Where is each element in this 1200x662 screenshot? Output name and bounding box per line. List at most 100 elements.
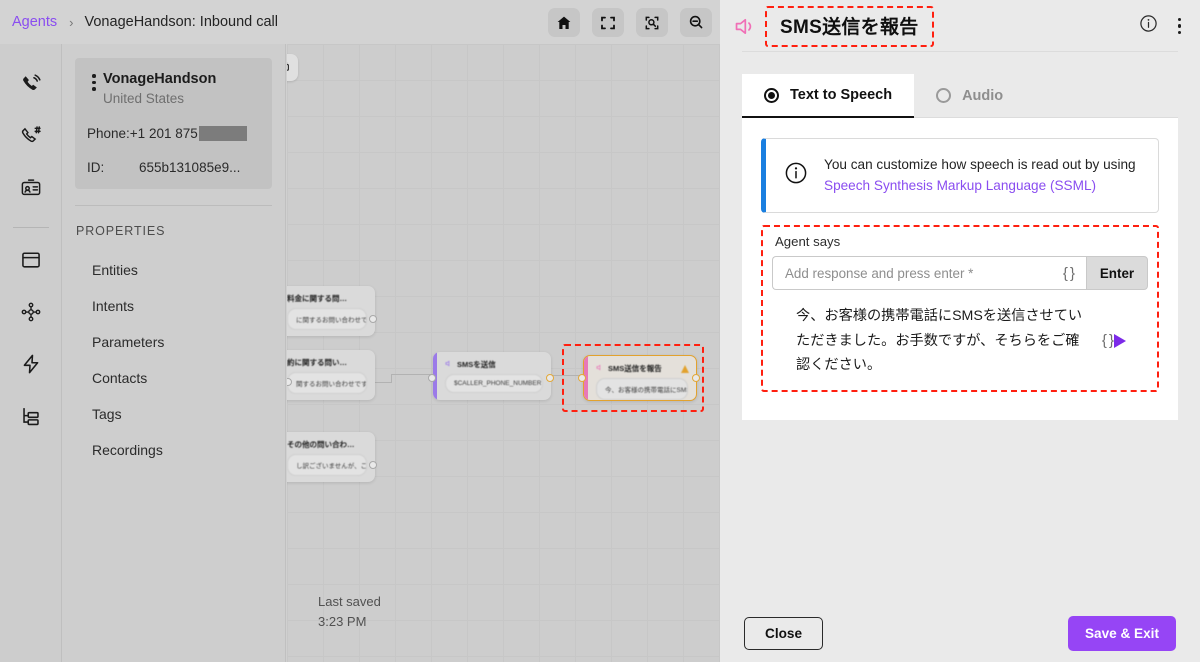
flow-node-body: 今、お客様の携帯電話にSMSを… xyxy=(596,378,688,400)
agent-phone-label: Phone: xyxy=(87,126,130,142)
phone-number-icon xyxy=(20,125,42,152)
flow-canvas[interactable]: 料金に関する問… に関するお問い合わせで… 約に関する問い… 関するお問い合わせ… xyxy=(287,44,720,662)
flow-node-port[interactable] xyxy=(428,374,436,382)
tab-text-to-speech-label: Text to Speech xyxy=(790,87,893,103)
panel-menu-button[interactable] xyxy=(1173,16,1186,36)
enter-button[interactable]: Enter xyxy=(1086,256,1148,291)
zoom-out-button[interactable] xyxy=(680,8,712,37)
panel-title-highlight: SMS送信を報告 xyxy=(765,5,934,47)
flow-node-title: SMSを送信 xyxy=(457,360,496,369)
id-card-icon xyxy=(20,177,42,204)
speaker-icon xyxy=(596,364,603,373)
curly-braces-icon[interactable]: { } xyxy=(1096,332,1114,349)
tab-audio[interactable]: Audio xyxy=(914,74,1026,118)
rail-item-numbers[interactable] xyxy=(11,118,51,159)
flow-node-body: に関するお問い合わせで… xyxy=(287,308,367,330)
flow-node-title: 料金に関する問… xyxy=(287,294,347,303)
flow-node-port[interactable] xyxy=(546,374,554,382)
home-button[interactable] xyxy=(548,8,580,37)
panel-title: SMS送信を報告 xyxy=(780,16,919,38)
tabs-filler xyxy=(1025,74,1178,118)
sidebar-divider xyxy=(75,205,272,207)
rail-item-structure[interactable] xyxy=(11,398,51,439)
speaker-icon xyxy=(734,16,757,37)
rail-item-contacts[interactable] xyxy=(11,170,51,211)
close-button[interactable]: Close xyxy=(744,616,824,650)
sidebar-item-recordings[interactable]: Recordings xyxy=(62,432,285,468)
flow-node-report-sms[interactable]: SMS送信を報告 今、お客様の携帯電話にSMSを… xyxy=(583,355,697,401)
tab-text-to-speech[interactable]: Text to Speech xyxy=(742,74,915,118)
zoom-to-selection-button[interactable] xyxy=(636,8,668,37)
agent-id-value: 655b131085e9... xyxy=(139,160,241,176)
properties-list: Entities Intents Parameters Contacts Tag… xyxy=(62,252,285,468)
redacted-phone-block xyxy=(198,126,247,142)
rail-item-events[interactable] xyxy=(11,346,51,387)
agent-phone-value: +1 201 875 xyxy=(129,126,198,142)
panel-header: SMS送信を報告 xyxy=(720,0,1200,52)
agent-phone-row: Phone: +1 201 875 xyxy=(85,126,262,142)
agent-id-row: ID: 655b131085e9... xyxy=(85,160,262,175)
agent-name: VonageHandson xyxy=(103,71,217,87)
last-saved-time: 3:23 PM xyxy=(318,614,367,630)
node-network-icon xyxy=(20,301,42,328)
flow-node-port[interactable] xyxy=(578,374,586,382)
flow-edge xyxy=(391,374,433,375)
properties-sidebar: VonageHandson United States Phone: +1 20… xyxy=(62,44,286,662)
flow-node-send-sms[interactable]: SMSを送信 $CALLER_PHONE_NUMBER xyxy=(433,352,551,400)
flow-node[interactable]: 約に関する問い… 関するお問い合わせです… xyxy=(287,350,375,400)
text-to-speech-pane: You can customize how speech is read out… xyxy=(742,118,1178,420)
rail-item-canvas[interactable] xyxy=(11,242,51,283)
panel-info-button[interactable] xyxy=(1139,14,1158,38)
ssml-info-text: You can customize how speech is read out… xyxy=(824,157,1136,172)
sidebar-item-parameters[interactable]: Parameters xyxy=(62,324,285,360)
flow-node-port[interactable] xyxy=(369,461,377,469)
curly-braces-icon[interactable]: { } xyxy=(1057,265,1075,282)
flow-node-port[interactable] xyxy=(369,315,377,323)
flow-node[interactable]: その他の問い合わ… し訳ございませんが、こ… xyxy=(287,432,375,482)
panel-footer: Close Save & Exit xyxy=(720,604,1200,662)
panel-tabs: Text to Speech Audio xyxy=(742,74,1178,118)
kebab-menu-icon xyxy=(1177,17,1181,22)
agent-says-response-text: 今、お客様の携帯電話にSMSを送信させていただきました。お手数ですが、そちらをご… xyxy=(796,308,1083,374)
ssml-info-banner: You can customize how speech is read out… xyxy=(761,138,1159,214)
sidebar-item-tags[interactable]: Tags xyxy=(62,396,285,432)
play-icon[interactable] xyxy=(1114,333,1126,348)
speaker-icon xyxy=(445,360,452,369)
lock-icon xyxy=(287,59,291,77)
sidebar-item-contacts[interactable]: Contacts xyxy=(62,360,285,396)
rail-item-nodes[interactable] xyxy=(11,294,51,335)
breadcrumb-current: VonageHandson: Inbound call xyxy=(84,14,279,30)
agent-card: VonageHandson United States Phone: +1 20… xyxy=(75,58,272,190)
save-and-exit-button[interactable]: Save & Exit xyxy=(1067,615,1176,651)
ssml-info-link[interactable]: Speech Synthesis Markup Language (SSML) xyxy=(824,178,1096,193)
node-editor-panel: SMS送信を報告 Text to Speech Audio You can cu… xyxy=(720,0,1200,662)
flow-node-port[interactable] xyxy=(692,374,700,382)
info-circle-icon xyxy=(1139,14,1158,38)
left-icon-rail xyxy=(0,44,62,662)
app-root: Agents › VonageHandson: Inbound call Von… xyxy=(0,0,1200,662)
breadcrumb-agents-link[interactable]: Agents xyxy=(12,14,57,30)
phone-call-icon xyxy=(20,73,42,100)
agent-card-menu-button[interactable] xyxy=(85,70,103,91)
rail-item-calls[interactable] xyxy=(11,66,51,107)
info-circle-icon xyxy=(784,161,808,190)
radio-unselected-icon xyxy=(936,88,952,103)
agent-says-input-wrapper[interactable]: { } xyxy=(772,256,1086,291)
zoom-to-selection-icon xyxy=(644,15,660,31)
flow-node[interactable]: 料金に関する問… に関するお問い合わせで… xyxy=(287,286,375,336)
warning-icon xyxy=(681,364,689,373)
sidebar-item-entities[interactable]: Entities xyxy=(62,252,285,288)
flow-node-title: SMS送信を報告 xyxy=(608,364,662,373)
zoom-out-icon xyxy=(688,14,705,31)
agent-says-highlight: Agent says { } Enter 今、お客様の携帯電話にSMSを送信させ… xyxy=(761,225,1159,392)
fit-screen-button[interactable] xyxy=(592,8,624,37)
hierarchy-icon xyxy=(20,405,42,432)
canvas-lock-button[interactable] xyxy=(287,54,298,81)
home-icon xyxy=(556,15,572,31)
agent-says-input[interactable] xyxy=(785,265,1057,281)
agent-says-label: Agent says xyxy=(775,234,841,250)
sidebar-item-intents[interactable]: Intents xyxy=(62,288,285,324)
window-icon xyxy=(20,249,42,276)
breadcrumb-separator: › xyxy=(69,14,74,30)
flow-node-title: その他の問い合わ… xyxy=(287,440,355,449)
